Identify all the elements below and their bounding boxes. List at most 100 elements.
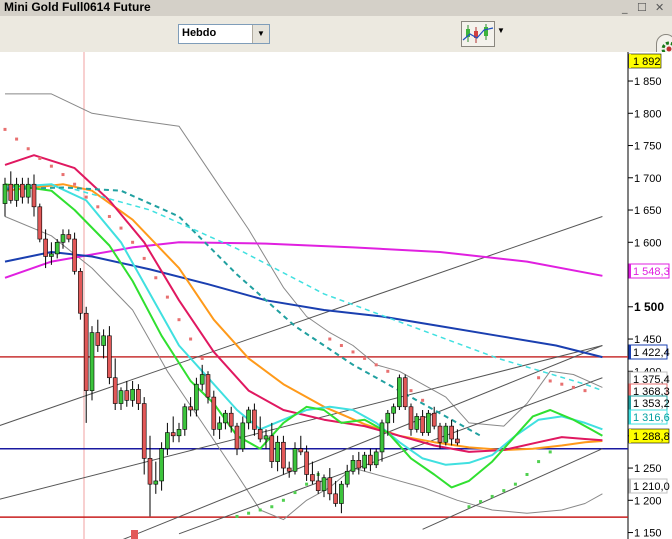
candle-body [43,238,48,257]
candle[interactable] [72,232,77,275]
candle-body [402,377,408,408]
sar-dot [339,343,343,347]
candle-body [141,403,147,459]
restore-icon[interactable]: ☐ [637,1,647,14]
sar-dot [73,182,77,186]
candle-body [107,335,112,379]
volume-bar [131,530,138,539]
candle-body [194,383,199,411]
candle[interactable] [443,422,449,446]
price-value-label: 1 892 [628,53,662,69]
candle-body [130,389,135,401]
candle-body [118,390,124,404]
candle-body [240,422,246,449]
y-axis-tick-label: 1 150 [634,528,662,539]
candle-body [257,429,263,440]
sar-dot [351,350,355,354]
candle[interactable] [402,374,408,410]
candle-body [362,454,367,469]
sar-dot [84,195,88,199]
sar-dot [467,505,471,509]
candle-body [426,412,431,433]
y-axis-tick-label: 1 750 [634,141,662,153]
sar-dot [421,398,425,402]
candle-body [228,412,234,427]
candle-body [397,377,402,408]
candle-body [333,493,338,504]
window-title: Mini Gold Full0614 Future [4,0,151,14]
candle-body [72,238,77,272]
sar-dot [513,482,517,486]
sar-dot [537,376,541,380]
candle-body [147,458,153,485]
sar-dot [119,226,123,230]
sar-dot [409,389,413,393]
close-icon[interactable]: ✕ [655,1,664,14]
y-axis-tick-label: 1 800 [634,108,662,120]
price-value-label: 1 210,0 [628,478,670,494]
candle-body [310,474,315,482]
candle-body [281,441,286,469]
chevron-down-icon[interactable]: ▼ [252,25,269,43]
candle[interactable] [89,326,95,401]
sar-dot [537,460,541,464]
candle-body [234,425,240,449]
sar-dot [571,385,575,389]
price-value-label-marker [629,410,631,424]
sar-dot [189,337,193,341]
sar-dot [583,389,587,393]
price-value-label-marker [629,264,631,278]
candle-body [136,389,141,404]
candle-body [408,406,414,430]
chevron-down-icon[interactable]: ▼ [497,26,505,35]
sar-dot [200,356,204,360]
candle-body [89,332,95,391]
candle-body [339,483,344,504]
y-axis-tick-label: 1 600 [634,237,662,249]
sar-dot [26,147,30,151]
candle-body [60,234,66,243]
sar-dot [3,127,7,131]
sar-dot [131,240,135,244]
price-value-label-text: 1 288,8 [633,431,670,443]
sar-dot [363,356,367,360]
price-value-label: 1 548,3 [628,263,670,279]
candle-body [350,460,356,472]
candle[interactable] [78,268,83,320]
indicator-button[interactable] [461,21,495,47]
period-select[interactable]: Hebdo ▼ [178,24,270,44]
candle[interactable] [397,374,402,410]
price-value-label-marker [629,54,631,68]
sar-dot [38,156,42,160]
candle-body [391,406,396,414]
candle-body [165,432,170,449]
price-value-label-marker [629,479,631,493]
candle-body [431,412,437,427]
candle[interactable] [37,203,43,243]
candle-body [379,422,385,453]
sar-dot [258,508,262,512]
price-chart[interactable]: 1 8501 8001 7501 7001 6501 6001 5501 500… [0,52,672,539]
candle[interactable] [211,390,217,436]
price-value-label-marker [629,429,631,443]
candle-body [373,451,379,466]
candle[interactable] [426,409,431,436]
candle-body [321,477,327,491]
price-value-label-text: 1 316,6 [633,412,670,424]
minimize-icon[interactable]: _ [622,1,628,14]
candle-body [182,406,188,430]
candle-body [205,374,211,398]
sar-dot [15,137,19,141]
sar-dot [154,276,158,280]
price-value-label-text: 1 548,3 [633,266,670,278]
y-axis-tick-label: 1 700 [634,173,662,185]
price-value-label-marker [629,396,631,410]
y-axis-tick-label: 1 250 [634,463,662,475]
price-value-label-text: 1 892 [633,56,661,68]
price-value-label: 1 422,4 [628,344,670,360]
sar-dot [61,173,65,177]
period-select-value: Hebdo [182,27,217,39]
candle-body [49,253,54,257]
candle-body [315,480,321,491]
sar-dot [490,494,494,498]
